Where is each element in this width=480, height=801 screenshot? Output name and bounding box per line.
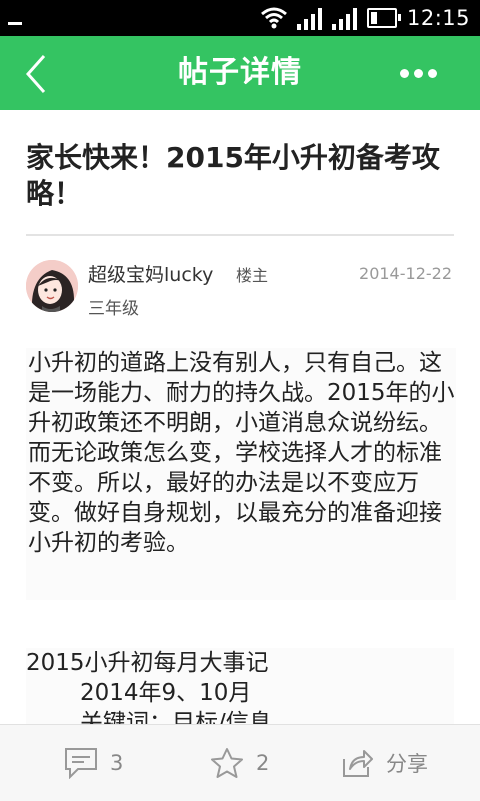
star-icon — [211, 748, 243, 778]
signal-icon-2 — [331, 6, 357, 30]
comment-count: 3 — [110, 751, 124, 775]
status-icons: 12:15 — [261, 0, 470, 36]
signal-icon — [296, 6, 322, 30]
comment-icon — [65, 748, 97, 779]
battery-icon — [366, 8, 401, 28]
avatar-icon — [26, 260, 78, 312]
divider — [26, 234, 454, 236]
post-paragraph: 小升初的道路上没有别人，只有自己。这是一场能力、耐力的持久战。2015年的小升初… — [26, 348, 456, 600]
post-date: 2014-12-22 — [359, 264, 452, 283]
app-header: 帖子详情 — [0, 36, 480, 110]
share-button[interactable]: 分享 — [340, 725, 428, 801]
author-tag: 楼主 — [236, 266, 269, 285]
share-icon — [343, 750, 373, 777]
paragraph-line: 关键词：目标/信息 — [80, 710, 272, 724]
avatar[interactable] — [26, 260, 78, 312]
post-content[interactable]: 家长快来！2015年小升初备考攻略！ 超级宝妈lucky 楼主 2014-12-… — [0, 110, 480, 724]
wifi-icon — [261, 7, 287, 29]
notification-icon — [8, 22, 22, 25]
paragraph-line: 2015小升初每月大事记 — [26, 650, 269, 676]
more-dot-icon — [400, 68, 409, 78]
more-options-button[interactable] — [400, 64, 440, 82]
more-dot-icon — [414, 68, 423, 78]
author-grade: 三年级 — [88, 299, 139, 319]
status-time: 12:15 — [406, 6, 470, 30]
paragraph-line: 2014年9、10月 — [80, 680, 252, 706]
action-bar: 3 2 分享 — [0, 724, 480, 801]
comment-button[interactable]: 3 — [64, 725, 123, 801]
more-dot-icon — [428, 68, 437, 78]
like-count: 2 — [256, 751, 270, 775]
author-name[interactable]: 超级宝妈lucky — [88, 260, 213, 287]
status-bar: 12:15 — [0, 0, 480, 36]
post-paragraph-events: 2015小升初每月大事记 2014年9、10月 关键词：目标/信息 — [26, 648, 454, 724]
post-title: 家长快来！2015年小升初备考攻略！ — [26, 141, 440, 210]
like-button[interactable]: 2 — [210, 725, 269, 801]
share-label: 分享 — [386, 752, 428, 776]
